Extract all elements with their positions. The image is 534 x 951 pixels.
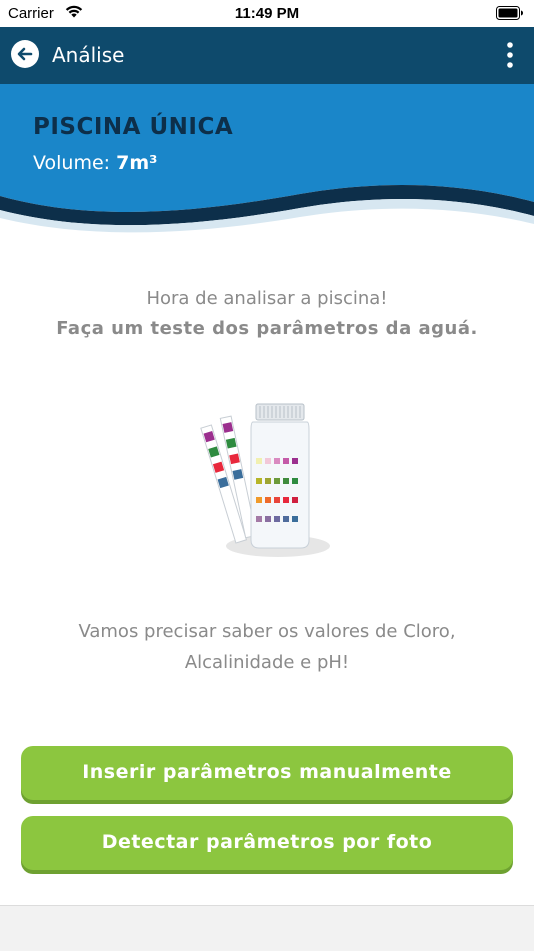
volume-value: 7m³ bbox=[116, 152, 158, 174]
pool-name: PISCINA ÚNICA bbox=[33, 114, 234, 140]
battery-icon bbox=[496, 6, 524, 24]
parameters-hint: Vamos precisar saber os valores de Cloro… bbox=[40, 616, 494, 678]
page-title: Análise bbox=[52, 43, 125, 67]
more-menu-button[interactable] bbox=[498, 40, 522, 70]
photo-detect-button[interactable]: Detectar parâmetros por foto bbox=[21, 816, 513, 870]
hint-line-2: Alcalinidade e pH! bbox=[184, 652, 350, 673]
bottom-bar bbox=[0, 905, 534, 951]
status-bar: Carrier 11:49 PM bbox=[0, 0, 534, 27]
pool-header: PISCINA ÚNICA Volume: 7m³ bbox=[0, 84, 534, 244]
intro-line-2: Faça um teste dos parâmetros da aguá. bbox=[56, 318, 478, 339]
intro-text: Hora de analisar a piscina! Faça um test… bbox=[0, 284, 534, 344]
intro-line-1: Hora de analisar a piscina! bbox=[146, 288, 388, 309]
clock: 11:49 PM bbox=[234, 5, 300, 22]
volume-label: Volume: bbox=[33, 152, 117, 174]
manual-input-button[interactable]: Inserir parâmetros manualmente bbox=[21, 746, 513, 800]
hint-line-1: Vamos precisar saber os valores de Cloro… bbox=[78, 621, 456, 642]
navigation-bar: Análise bbox=[0, 27, 534, 84]
arrow-left-icon bbox=[17, 47, 33, 61]
back-button[interactable] bbox=[11, 40, 39, 68]
pool-volume: Volume: 7m³ bbox=[33, 152, 157, 174]
test-strip-illustration bbox=[195, 400, 335, 565]
more-vertical-icon bbox=[507, 42, 513, 68]
